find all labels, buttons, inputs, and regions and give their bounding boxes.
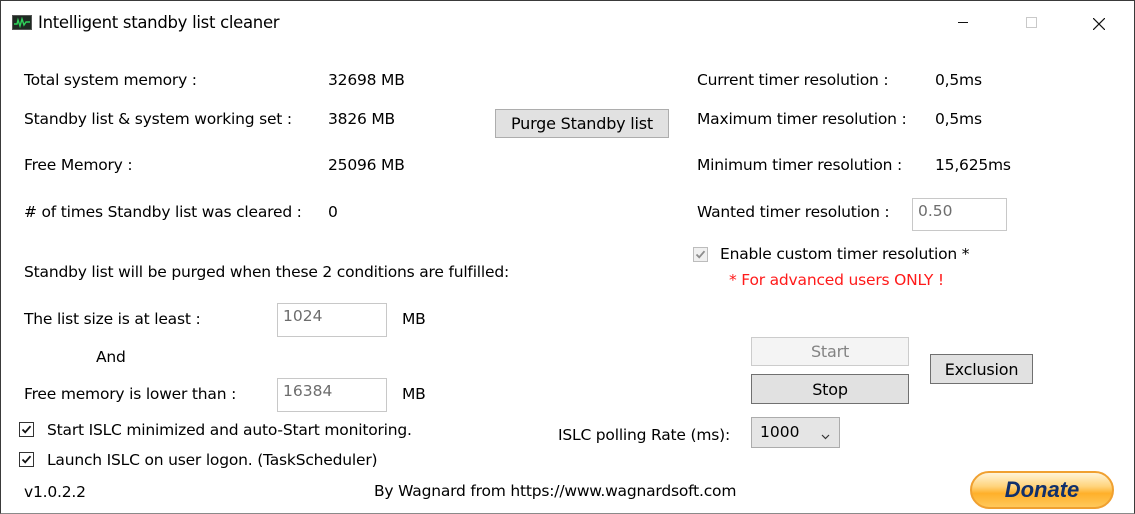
polling-rate-select[interactable]: 1000 (751, 417, 840, 448)
title-bar[interactable]: Intelligent standby list cleaner (1, 1, 1134, 45)
maximize-icon (1026, 17, 1037, 28)
free-memory-threshold-label: Free memory is lower than : (24, 385, 237, 403)
minimize-icon (958, 22, 968, 23)
current-timer-value: 0,5ms (935, 71, 982, 89)
minimum-timer-value: 15,625ms (935, 156, 1011, 174)
list-size-unit: MB (402, 310, 426, 328)
wanted-timer-input[interactable]: 0.50 (912, 198, 1007, 231)
launch-logon-checkbox[interactable] (19, 452, 34, 467)
stop-button[interactable]: Stop (751, 374, 909, 404)
cleared-count-label: # of times Standby list was cleared : (24, 203, 302, 221)
free-memory-label: Free Memory : (24, 156, 133, 174)
minimize-button[interactable] (939, 1, 985, 45)
free-memory-threshold-unit: MB (402, 385, 426, 403)
polling-rate-label: ISLC polling Rate (ms): (558, 426, 730, 444)
current-timer-label: Current timer resolution : (697, 71, 889, 89)
advanced-warning: * For advanced users ONLY ! (729, 271, 944, 289)
polling-rate-value: 1000 (760, 423, 800, 441)
wanted-timer-label: Wanted timer resolution : (697, 203, 890, 221)
cleared-count-value: 0 (328, 203, 338, 221)
total-memory-value: 32698 MB (328, 71, 405, 89)
standby-label: Standby list & system working set : (24, 110, 292, 128)
launch-logon-label[interactable]: Launch ISLC on user logon. (TaskSchedule… (47, 451, 378, 469)
purge-standby-button[interactable]: Purge Standby list (495, 109, 669, 138)
start-button[interactable]: Start (751, 337, 909, 366)
monitor-graph-icon (12, 15, 32, 30)
maximum-timer-value: 0,5ms (935, 110, 982, 128)
close-icon (1092, 15, 1106, 31)
total-memory-label: Total system memory : (24, 71, 197, 89)
free-memory-threshold-input[interactable]: 16384 (277, 378, 387, 412)
standby-value: 3826 MB (328, 110, 395, 128)
exclusion-button[interactable]: Exclusion (930, 354, 1033, 384)
close-button[interactable] (1076, 1, 1122, 45)
custom-timer-checkbox[interactable] (693, 247, 708, 262)
start-minimized-label[interactable]: Start ISLC minimized and auto-Start moni… (47, 421, 412, 439)
start-minimized-checkbox[interactable] (19, 422, 34, 437)
conditions-heading: Standby list will be purged when these 2… (24, 263, 510, 281)
list-size-input[interactable]: 1024 (277, 303, 387, 337)
custom-timer-label[interactable]: Enable custom timer resolution * (720, 245, 969, 263)
version-label: v1.0.2.2 (24, 483, 86, 501)
app-window: Intelligent standby list cleaner Total s… (0, 0, 1135, 514)
chevron-down-icon (821, 426, 830, 444)
maximize-button[interactable] (1008, 1, 1054, 45)
credit-link[interactable]: By Wagnard from https://www.wagnardsoft.… (374, 482, 736, 500)
donate-button[interactable]: Donate (970, 471, 1114, 509)
free-memory-value: 25096 MB (328, 156, 405, 174)
minimum-timer-label: Minimum timer resolution : (697, 156, 902, 174)
window-title: Intelligent standby list cleaner (38, 13, 280, 32)
maximum-timer-label: Maximum timer resolution : (697, 110, 907, 128)
list-size-label: The list size is at least : (24, 310, 201, 328)
and-label: And (96, 348, 126, 366)
